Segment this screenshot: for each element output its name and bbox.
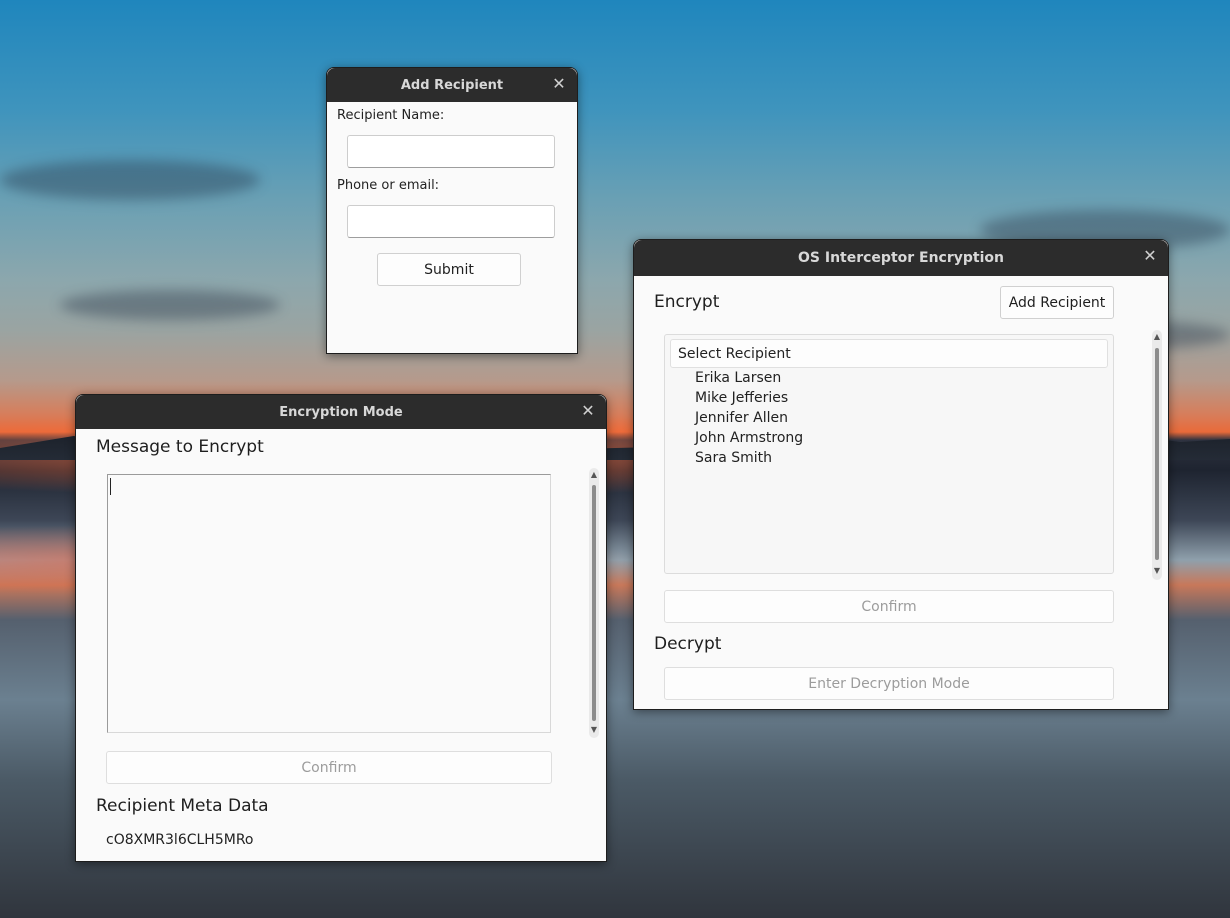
phone-email-label: Phone or email: xyxy=(337,178,440,193)
scrollbar-thumb[interactable] xyxy=(592,485,596,721)
list-item[interactable]: Jennifer Allen xyxy=(695,410,788,426)
message-heading: Message to Encrypt xyxy=(96,437,264,457)
scroll-up-icon[interactable]: ▲ xyxy=(1152,332,1162,342)
main-titlebar[interactable]: OS Interceptor Encryption ✕ xyxy=(634,240,1168,276)
confirm-button[interactable]: Confirm xyxy=(106,751,552,784)
window-title: OS Interceptor Encryption xyxy=(798,250,1004,266)
encryption-mode-window: Encryption Mode ✕ Message to Encrypt ▲ ▼… xyxy=(75,394,607,862)
select-recipient-label: Select Recipient xyxy=(678,346,791,362)
recipient-list[interactable]: Select Recipient Erika Larsen Mike Jeffe… xyxy=(664,334,1114,574)
submit-button[interactable]: Submit xyxy=(377,253,521,286)
list-item[interactable]: John Armstrong xyxy=(695,430,803,446)
cloud xyxy=(60,290,280,320)
add-recipient-button[interactable]: Add Recipient xyxy=(1000,286,1114,319)
select-recipient-header[interactable]: Select Recipient xyxy=(670,339,1108,368)
message-textarea[interactable] xyxy=(107,474,551,733)
list-item[interactable]: Sara Smith xyxy=(695,450,772,466)
scroll-up-icon[interactable]: ▲ xyxy=(589,470,599,480)
phone-email-field[interactable] xyxy=(347,205,555,238)
window-title: Encryption Mode xyxy=(279,404,403,420)
add-recipient-window: Add Recipient ✕ Recipient Name: Phone or… xyxy=(326,67,578,354)
decryption-mode-button[interactable]: Enter Decryption Mode xyxy=(664,667,1114,700)
text-cursor xyxy=(110,478,111,495)
close-icon[interactable]: ✕ xyxy=(551,76,567,92)
confirm-button[interactable]: Confirm xyxy=(664,590,1114,623)
main-window: OS Interceptor Encryption ✕ Encrypt Add … xyxy=(633,239,1169,710)
cloud xyxy=(0,160,260,200)
close-icon[interactable]: ✕ xyxy=(1142,248,1158,264)
list-item[interactable]: Mike Jefferies xyxy=(695,390,788,406)
close-icon[interactable]: ✕ xyxy=(580,403,596,419)
list-item[interactable]: Erika Larsen xyxy=(695,370,781,386)
decrypt-heading: Decrypt xyxy=(654,634,722,654)
recipient-scrollbar[interactable]: ▲ ▼ xyxy=(1152,330,1162,580)
encryption-mode-titlebar[interactable]: Encryption Mode ✕ xyxy=(76,395,606,429)
recipient-name-label: Recipient Name: xyxy=(337,108,445,123)
encrypt-heading: Encrypt xyxy=(654,292,720,312)
recipient-name-field[interactable] xyxy=(347,135,555,168)
scroll-down-icon[interactable]: ▼ xyxy=(589,725,599,735)
message-scrollbar[interactable]: ▲ ▼ xyxy=(589,468,599,738)
scrollbar-thumb[interactable] xyxy=(1155,348,1159,560)
add-recipient-titlebar[interactable]: Add Recipient ✕ xyxy=(327,68,577,102)
window-title: Add Recipient xyxy=(400,77,504,93)
meta-data-heading: Recipient Meta Data xyxy=(96,796,269,816)
meta-data-value: cO8XMR3l6CLH5MRo xyxy=(106,832,254,848)
scroll-down-icon[interactable]: ▼ xyxy=(1152,566,1162,576)
